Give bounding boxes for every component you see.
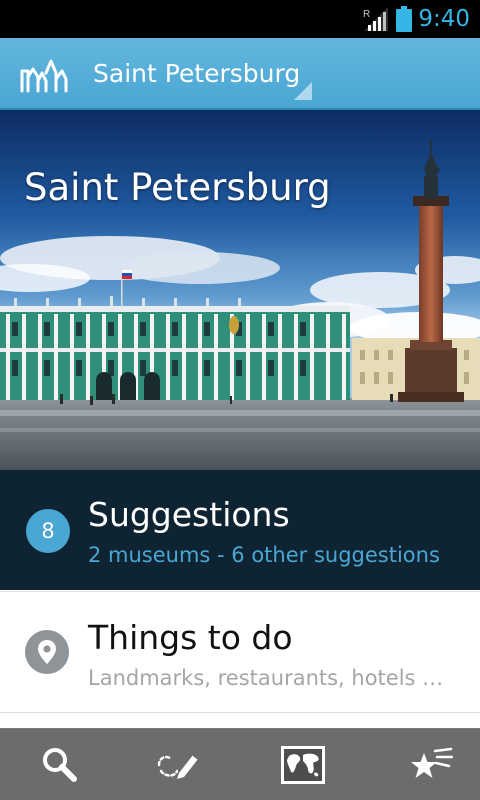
things-to-do-row[interactable]: Things to do Landmarks, restaurants, hot… [0,591,480,713]
city-selector-dropdown[interactable]: Saint Petersburg [80,38,316,108]
city-hero-image[interactable]: Saint Petersburg [0,110,480,470]
things-to-do-subtitle: Landmarks, restaurants, hotels … [88,666,444,690]
status-time: 9:40 [418,6,470,32]
hero-city-title: Saint Petersburg [24,166,331,209]
things-to-do-title: Things to do [88,618,293,657]
suggestions-count-badge: 8 [26,509,70,553]
edit-route-button[interactable] [118,729,238,800]
map-pin-icon [25,630,69,674]
network-label: R [363,9,370,20]
world-map-icon [281,746,325,784]
edit-route-icon [157,754,199,779]
battery-icon [396,6,412,32]
suggestions-row[interactable]: 8 Suggestions 2 museums - 6 other sugges… [0,470,480,590]
favorites-button[interactable] [372,729,480,800]
status-bar: R 9:40 [0,0,480,38]
search-icon [43,748,77,782]
suggestions-title: Suggestions [88,495,290,534]
city-selector-label: Saint Petersburg [93,59,301,88]
bottom-toolbar [0,728,480,800]
signal-icon: R [363,7,388,31]
map-button[interactable] [243,729,363,800]
action-bar: Saint Petersburg [0,38,480,110]
city-skyline-logo-icon[interactable] [20,57,68,93]
hero-photo [0,110,480,470]
suggestions-subtitle: 2 museums - 6 other suggestions [88,543,440,567]
favorites-stars-icon [411,747,453,778]
dropdown-indicator-icon [294,82,312,100]
search-button[interactable] [0,729,120,800]
